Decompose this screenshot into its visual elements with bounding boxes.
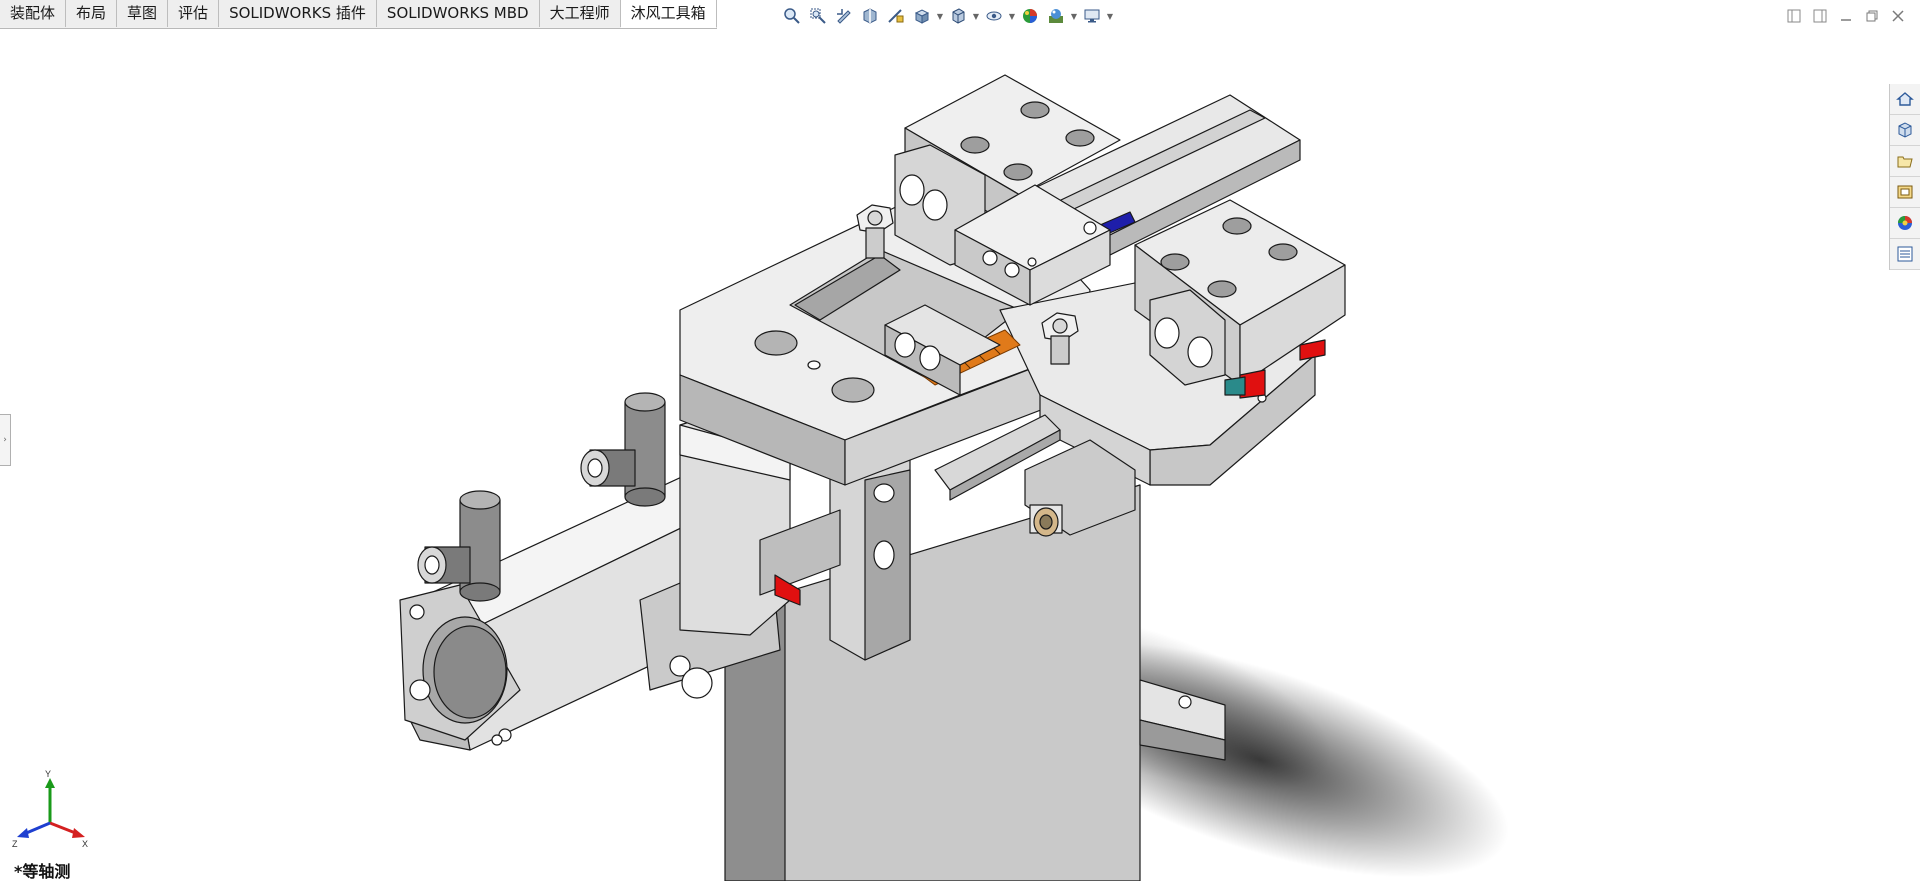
- tab-layout[interactable]: 布局: [66, 0, 118, 27]
- tab-solidworks-addins[interactable]: SOLIDWORKS 插件: [219, 0, 377, 27]
- tile-left-icon[interactable]: [1784, 7, 1804, 25]
- appearances-scenes-icon[interactable]: [1890, 208, 1920, 239]
- tab-big-engineer[interactable]: 大工程师: [539, 0, 621, 27]
- dynamic-annotation-icon[interactable]: [884, 5, 908, 27]
- reference-triad: Y X Z: [10, 768, 90, 852]
- zoom-to-fit-icon[interactable]: [780, 5, 804, 27]
- zoom-area-icon[interactable]: [806, 5, 830, 27]
- minimize-icon[interactable]: [1836, 7, 1856, 25]
- tile-right-icon[interactable]: [1810, 7, 1830, 25]
- task-pane-tabs: [1889, 84, 1920, 270]
- graphics-area[interactable]: [0, 29, 1880, 881]
- tab-evaluate[interactable]: 评估: [168, 0, 220, 27]
- custom-properties-icon[interactable]: [1890, 239, 1920, 270]
- tab-mufeng-toolbox[interactable]: 沐风工具箱: [620, 0, 717, 28]
- display-style-icon[interactable]: [946, 5, 970, 27]
- solidworks-resources-icon[interactable]: [1890, 84, 1920, 115]
- file-explorer-icon[interactable]: [1890, 146, 1920, 177]
- display-style-dropdown-icon[interactable]: ▼: [972, 5, 980, 27]
- view-orientation-dropdown-icon[interactable]: ▼: [936, 5, 944, 27]
- view-settings-dropdown-icon[interactable]: ▼: [1106, 5, 1114, 27]
- apply-scene-dropdown-icon[interactable]: ▼: [1070, 5, 1078, 27]
- view-orientation-name: *等轴测: [14, 862, 71, 881]
- side-plate[interactable]: [829, 454, 911, 661]
- hide-show-dropdown-icon[interactable]: ▼: [1008, 5, 1016, 27]
- command-manager-tabs: 装配体 布局 草图 评估 SOLIDWORKS 插件 SOLIDWORKS MB…: [0, 0, 717, 29]
- heads-up-view-toolbar: ▼ ▼ ▼ ▼ ▼: [780, 5, 1114, 27]
- hide-show-items-icon[interactable]: [982, 5, 1006, 27]
- design-library-icon[interactable]: [1890, 115, 1920, 146]
- section-view-icon[interactable]: [858, 5, 882, 27]
- apply-scene-icon[interactable]: [1044, 5, 1068, 27]
- pneumatic-fitting-upper[interactable]: [580, 392, 666, 507]
- close-icon[interactable]: [1888, 7, 1908, 25]
- view-settings-icon[interactable]: [1080, 5, 1104, 27]
- view-palette-icon[interactable]: [1890, 177, 1920, 208]
- tab-sketch[interactable]: 草图: [117, 0, 169, 27]
- tab-assembly[interactable]: 装配体: [0, 0, 67, 27]
- restore-icon[interactable]: [1862, 7, 1882, 25]
- window-controls: [1784, 7, 1908, 25]
- edit-appearance-icon[interactable]: [1018, 5, 1042, 27]
- triad-z-label: Z: [12, 839, 18, 848]
- triad-x-label: X: [82, 839, 88, 848]
- previous-view-icon[interactable]: [832, 5, 856, 27]
- view-orientation-icon[interactable]: [910, 5, 934, 27]
- tab-solidworks-mbd[interactable]: SOLIDWORKS MBD: [376, 0, 540, 27]
- triad-y-label: Y: [45, 769, 51, 779]
